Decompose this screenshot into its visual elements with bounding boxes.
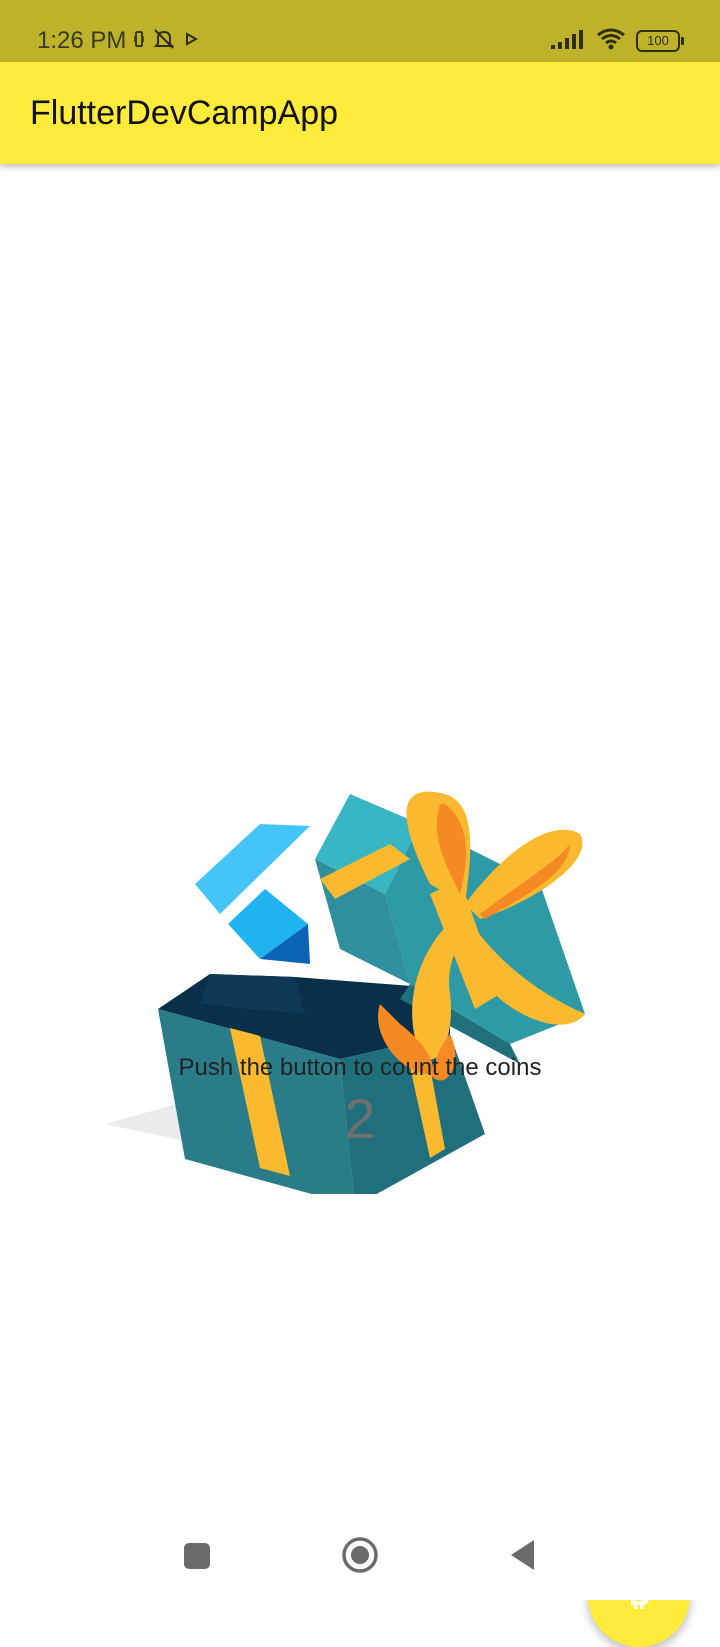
coin-counter: 2 — [344, 1087, 376, 1150]
home-button[interactable] — [341, 1536, 379, 1579]
app-bar: FlutterDevCampApp — [0, 62, 720, 164]
status-time: 1:26 PM — [37, 27, 127, 54]
vibrate-icon — [133, 30, 145, 52]
wifi-icon — [596, 27, 626, 56]
signal-icon — [550, 28, 586, 55]
play-icon — [184, 31, 199, 52]
alarm-off-icon — [152, 27, 176, 56]
navigation-bar — [0, 1510, 720, 1600]
instruction-text: Push the button to count the coins — [178, 1054, 542, 1081]
status-bar: 1:26 PM 100 — [0, 0, 720, 62]
back-button[interactable] — [508, 1538, 538, 1577]
page-title: FlutterDevCampApp — [30, 94, 339, 132]
main-content: Push the button to count the coins 2 — [0, 164, 720, 1647]
battery-icon: 100 — [636, 30, 684, 52]
recents-button[interactable] — [183, 1542, 211, 1575]
